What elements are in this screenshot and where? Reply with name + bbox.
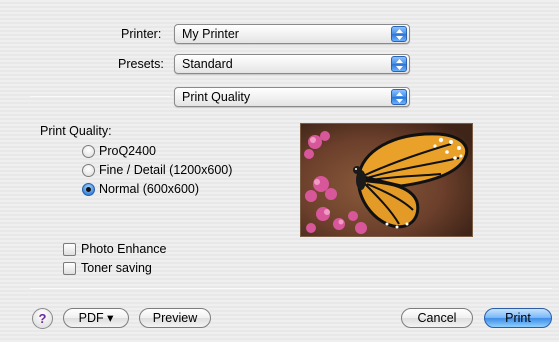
- cancel-button[interactable]: Cancel: [401, 308, 473, 328]
- radio-fine-detail[interactable]: [82, 164, 95, 177]
- up-down-arrows-icon: [391, 26, 407, 42]
- bottom-separator: [30, 288, 552, 289]
- presets-popup[interactable]: Standard: [174, 54, 410, 74]
- pdf-button[interactable]: PDF ▾: [63, 308, 129, 328]
- panel-popup[interactable]: Print Quality: [174, 87, 410, 107]
- radio-normal[interactable]: [82, 183, 95, 196]
- separator-right: [412, 96, 552, 97]
- print-button[interactable]: Print: [484, 308, 552, 328]
- presets-label: Presets:: [118, 57, 164, 71]
- presets-popup-value: Standard: [182, 57, 233, 71]
- photo-enhance-label[interactable]: Photo Enhance: [81, 242, 167, 256]
- up-down-arrows-icon: [391, 89, 407, 105]
- print-quality-label: Print Quality:: [40, 124, 112, 138]
- radio-fine-detail-label[interactable]: Fine / Detail (1200x600): [99, 163, 232, 177]
- butterfly-image: [300, 123, 473, 237]
- panel-popup-value: Print Quality: [182, 90, 251, 104]
- printer-popup-value: My Printer: [182, 27, 239, 41]
- question-mark-icon[interactable]: ?: [32, 308, 53, 329]
- photo-enhance-checkbox[interactable]: [63, 243, 76, 256]
- printer-label: Printer:: [121, 27, 162, 41]
- preview-button[interactable]: Preview: [139, 308, 211, 328]
- radio-proq2400[interactable]: [82, 145, 95, 158]
- separator-left: [30, 96, 170, 97]
- radio-normal-label[interactable]: Normal (600x600): [99, 182, 199, 196]
- printer-popup[interactable]: My Printer: [174, 24, 410, 44]
- up-down-arrows-icon: [391, 56, 407, 72]
- radio-proq2400-label[interactable]: ProQ2400: [99, 144, 156, 158]
- toner-saving-checkbox[interactable]: [63, 262, 76, 275]
- toner-saving-label[interactable]: Toner saving: [81, 261, 152, 275]
